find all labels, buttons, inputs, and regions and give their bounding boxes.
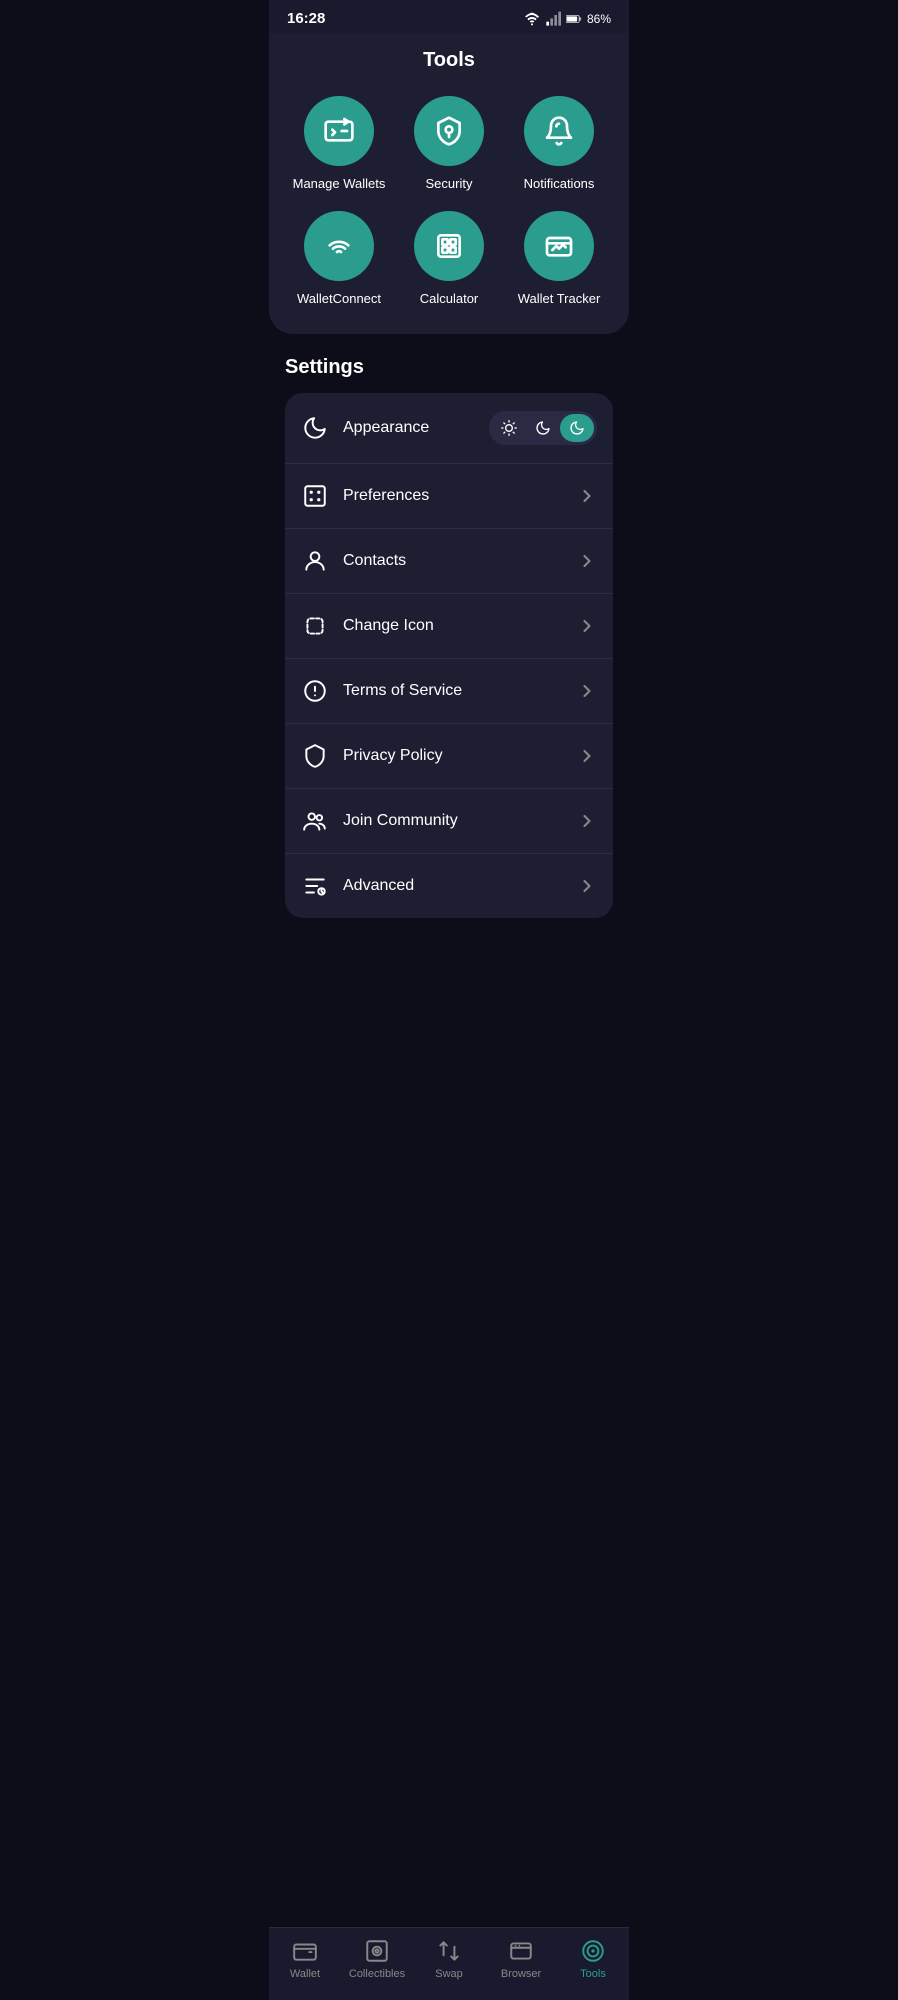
swap-nav-icon	[436, 1938, 462, 1964]
status-bar: 16:28 86%	[269, 0, 629, 33]
settings-row-change-icon[interactable]: Change Icon	[285, 594, 613, 659]
swap-nav-label: Swap	[435, 1968, 463, 1980]
security-icon-circle	[414, 96, 484, 166]
battery-percentage: 86%	[587, 12, 611, 26]
contacts-label: Contacts	[343, 552, 563, 570]
preferences-chevron	[577, 486, 597, 506]
privacy-icon	[301, 742, 329, 770]
advanced-label: Advanced	[343, 877, 563, 895]
contacts-icon	[301, 547, 329, 575]
settings-row-privacy[interactable]: Privacy Policy	[285, 724, 613, 789]
tools-section: Tools Manage Wallets	[269, 33, 629, 334]
wallet-nav-label: Wallet	[290, 1968, 320, 1980]
battery-icon	[566, 11, 582, 27]
advanced-chevron	[577, 876, 597, 896]
tool-item-manage-wallets[interactable]: Manage Wallets	[289, 96, 389, 191]
wallet-nav-icon	[292, 1938, 318, 1964]
security-icon	[433, 115, 465, 147]
tools-title: Tools	[289, 49, 609, 72]
community-chevron	[577, 811, 597, 831]
settings-row-contacts[interactable]: Contacts	[285, 529, 613, 594]
tools-nav-label: Tools	[580, 1968, 606, 1980]
appearance-toggle[interactable]	[489, 411, 597, 445]
manage-wallets-icon-circle	[304, 96, 374, 166]
status-time: 16:28	[287, 10, 325, 27]
toggle-light[interactable]	[492, 414, 526, 442]
notifications-icon-circle	[524, 96, 594, 166]
tool-item-calculator[interactable]: Calculator	[399, 211, 499, 306]
privacy-label: Privacy Policy	[343, 747, 563, 765]
walletconnect-icon-circle	[304, 211, 374, 281]
change-icon-label: Change Icon	[343, 617, 563, 635]
settings-title: Settings	[285, 356, 613, 379]
contacts-chevron	[577, 551, 597, 571]
security-label: Security	[426, 176, 473, 191]
terms-chevron	[577, 681, 597, 701]
settings-row-preferences[interactable]: Preferences	[285, 464, 613, 529]
nav-item-tools[interactable]: Tools	[563, 1938, 623, 1980]
manage-wallets-label: Manage Wallets	[293, 176, 386, 191]
privacy-chevron	[577, 746, 597, 766]
settings-row-terms[interactable]: Terms of Service	[285, 659, 613, 724]
notifications-label: Notifications	[524, 176, 595, 191]
settings-card: Appearance	[285, 393, 613, 918]
nav-item-browser[interactable]: Browser	[491, 1938, 551, 1980]
collectibles-nav-icon	[364, 1938, 390, 1964]
walletconnect-icon	[323, 230, 355, 262]
nav-item-wallet[interactable]: Wallet	[275, 1938, 335, 1980]
bottom-nav: Wallet Collectibles Swap Browser	[269, 1927, 629, 2000]
browser-nav-icon	[508, 1938, 534, 1964]
walletconnect-label: WalletConnect	[297, 291, 381, 306]
toggle-dark[interactable]	[526, 414, 560, 442]
browser-nav-label: Browser	[501, 1968, 541, 1980]
tool-item-security[interactable]: Security	[399, 96, 499, 191]
terms-label: Terms of Service	[343, 682, 563, 700]
calculator-icon	[433, 230, 465, 262]
status-icons: 86%	[524, 11, 611, 27]
tool-item-notifications[interactable]: Notifications	[509, 96, 609, 191]
manage-wallets-icon	[323, 115, 355, 147]
wallet-tracker-icon	[543, 230, 575, 262]
settings-section: Settings Appearance	[269, 334, 629, 918]
tool-item-wallet-tracker[interactable]: Wallet Tracker	[509, 211, 609, 306]
calculator-icon-circle	[414, 211, 484, 281]
tools-nav-icon	[580, 1938, 606, 1964]
calculator-label: Calculator	[420, 291, 479, 306]
community-icon	[301, 807, 329, 835]
settings-row-advanced[interactable]: Advanced	[285, 854, 613, 918]
settings-row-appearance[interactable]: Appearance	[285, 393, 613, 464]
settings-row-community[interactable]: Join Community	[285, 789, 613, 854]
change-icon-chevron	[577, 616, 597, 636]
preferences-icon	[301, 482, 329, 510]
nav-item-collectibles[interactable]: Collectibles	[347, 1938, 407, 1980]
nav-item-swap[interactable]: Swap	[419, 1938, 479, 1980]
change-icon-icon	[301, 612, 329, 640]
wifi-icon	[524, 11, 540, 27]
appearance-icon	[301, 414, 329, 442]
signal-icon	[545, 11, 561, 27]
preferences-label: Preferences	[343, 487, 563, 505]
terms-icon	[301, 677, 329, 705]
wallet-tracker-label: Wallet Tracker	[518, 291, 601, 306]
community-label: Join Community	[343, 812, 563, 830]
tool-item-walletconnect[interactable]: WalletConnect	[289, 211, 389, 306]
toggle-system[interactable]	[560, 414, 594, 442]
tools-grid: Manage Wallets Security	[289, 96, 609, 306]
notifications-icon	[543, 115, 575, 147]
wallet-tracker-icon-circle	[524, 211, 594, 281]
collectibles-nav-label: Collectibles	[349, 1968, 405, 1980]
advanced-icon	[301, 872, 329, 900]
appearance-label: Appearance	[343, 419, 475, 437]
